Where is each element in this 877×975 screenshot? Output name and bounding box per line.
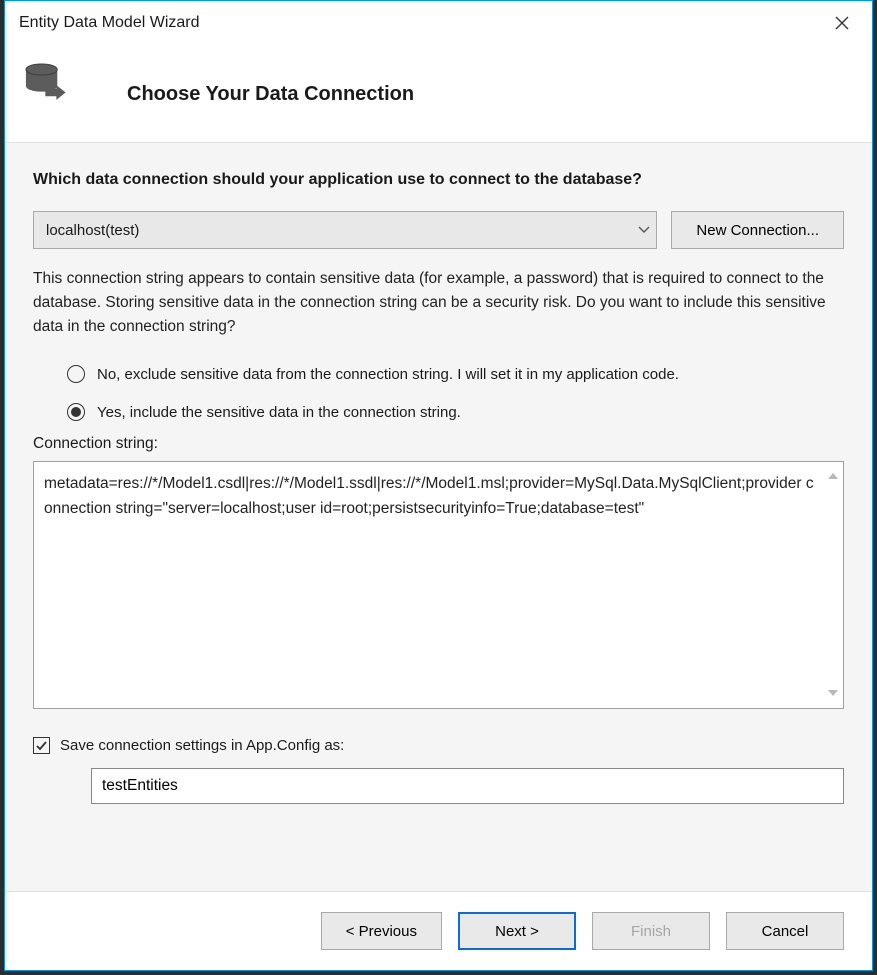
radio-icon	[67, 365, 85, 383]
scroll-down-icon[interactable]	[827, 685, 839, 702]
radio-exclude-sensitive[interactable]: No, exclude sensitive data from the conn…	[33, 359, 844, 389]
save-settings-label: Save connection settings in App.Config a…	[60, 737, 344, 754]
next-button[interactable]: Next >	[458, 912, 576, 950]
wizard-dialog: Entity Data Model Wizard Choose Your Dat…	[4, 0, 873, 971]
wizard-footer: < Previous Next > Finish Cancel	[5, 892, 872, 970]
connection-string-value: metadata=res://*/Model1.csdl|res://*/Mod…	[34, 462, 843, 532]
connection-dropdown[interactable]: localhost(test)	[33, 211, 657, 249]
window-title: Entity Data Model Wizard	[19, 14, 824, 32]
radio-include-label: Yes, include the sensitive data in the c…	[97, 404, 461, 421]
finish-button: Finish	[592, 912, 710, 950]
entity-name-input[interactable]	[91, 768, 844, 804]
connection-dropdown-value: localhost(test)	[46, 222, 139, 239]
radio-exclude-label: No, exclude sensitive data from the conn…	[97, 366, 679, 383]
close-button[interactable]	[824, 9, 860, 37]
connection-string-label: Connection string:	[33, 435, 844, 453]
previous-button[interactable]: < Previous	[321, 912, 442, 950]
cancel-button[interactable]: Cancel	[726, 912, 844, 950]
wizard-header: Choose Your Data Connection	[5, 43, 872, 142]
chevron-down-icon	[632, 212, 656, 248]
connection-string-box: metadata=res://*/Model1.csdl|res://*/Mod…	[33, 461, 844, 709]
new-connection-button[interactable]: New Connection...	[671, 211, 844, 249]
explanation-text: This connection string appears to contai…	[33, 267, 844, 339]
radio-include-sensitive[interactable]: Yes, include the sensitive data in the c…	[33, 397, 844, 427]
close-icon	[835, 16, 849, 30]
database-icon	[25, 63, 73, 103]
radio-icon	[67, 403, 85, 421]
checkbox-icon	[33, 737, 50, 754]
page-title: Choose Your Data Connection	[127, 83, 414, 106]
scroll-up-icon[interactable]	[827, 468, 839, 485]
content-area: Which data connection should your applic…	[5, 142, 872, 892]
save-settings-checkbox[interactable]: Save connection settings in App.Config a…	[33, 737, 844, 754]
question-label: Which data connection should your applic…	[33, 171, 844, 189]
titlebar: Entity Data Model Wizard	[5, 1, 872, 43]
